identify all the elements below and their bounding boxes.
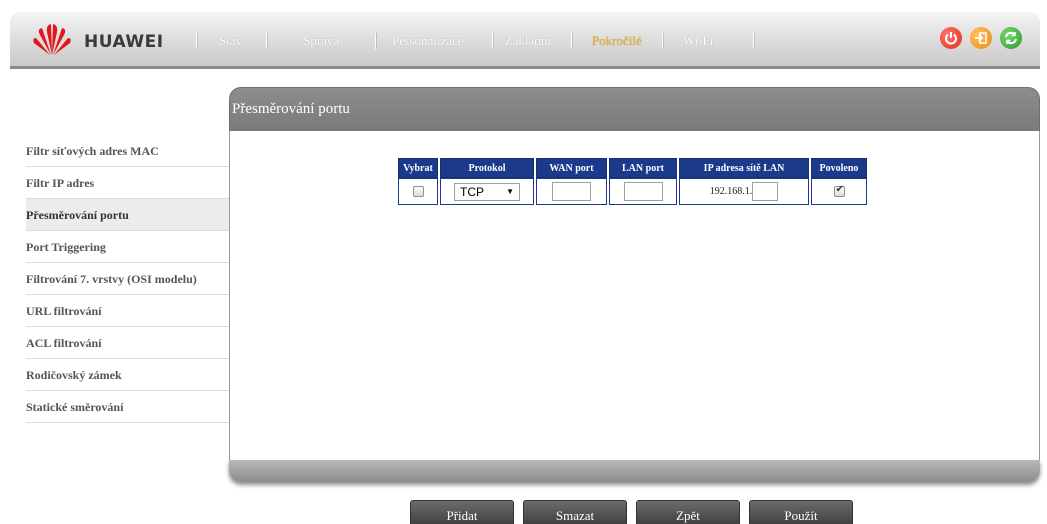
protocol-select[interactable]: TCP ▼ — [454, 182, 520, 201]
cell-protocol: TCP ▼ — [440, 178, 534, 205]
column-header-lan-port: LAN port — [609, 158, 677, 178]
action-buttons: Přidat Smazat Zpět Použít — [410, 500, 853, 524]
enabled-checkbox[interactable] — [833, 184, 845, 198]
sidebar-item-ip-filter[interactable]: Filtr IP adres — [26, 167, 229, 199]
power-icon[interactable] — [940, 27, 962, 49]
refresh-icon[interactable] — [1000, 27, 1022, 49]
chevron-down-icon: ▼ — [506, 187, 514, 196]
add-button[interactable]: Přidat — [410, 500, 514, 524]
nav-wifi[interactable]: Wi-Fi — [683, 33, 714, 49]
nav-stav[interactable]: Stav — [219, 33, 242, 49]
lan-port-input[interactable] — [623, 182, 663, 201]
apply-button[interactable]: Použít — [749, 500, 853, 524]
sidebar-item-url-filter[interactable]: URL filtrování — [26, 295, 229, 327]
sidebar-item-static-routing[interactable]: Statické směrování — [26, 391, 229, 423]
logout-icon[interactable] — [970, 27, 992, 49]
select-checkbox[interactable] — [412, 186, 424, 198]
nav-separator — [196, 33, 197, 49]
brand-name: HUAWEI — [84, 32, 164, 52]
protocol-value: TCP — [460, 184, 484, 199]
nav-sprava[interactable]: Správa — [303, 33, 339, 49]
nav-pokrocile[interactable]: Pokročilé — [592, 33, 642, 49]
cell-select — [398, 178, 438, 205]
page-title: Přesměrování portu — [232, 101, 350, 117]
sidebar-item-parental-control[interactable]: Rodičovský zámek — [26, 359, 229, 391]
column-header-protocol: Protokol — [440, 158, 534, 178]
nav-separator — [753, 33, 755, 49]
cell-lan-ip: 192.168.1. — [679, 178, 809, 205]
table-row: TCP ▼ 192.168.1. — [398, 178, 867, 205]
cell-enabled — [811, 178, 867, 205]
panel-footer — [229, 460, 1040, 482]
nav-personalizace[interactable]: Personalizace — [392, 33, 463, 49]
back-button[interactable]: Zpět — [636, 500, 740, 524]
delete-button[interactable]: Smazat — [523, 500, 627, 524]
huawei-logo-icon — [33, 24, 71, 55]
column-header-lan-ip: IP adresa sítě LAN — [679, 158, 809, 178]
nav-separator — [266, 33, 268, 49]
sidebar-item-acl-filter[interactable]: ACL filtrování — [26, 327, 229, 359]
sidebar-item-port-triggering[interactable]: Port Triggering — [26, 231, 229, 263]
column-header-wan-port: WAN port — [536, 158, 607, 178]
top-header: HUAWEI Stav Správa Personalizace Základn… — [10, 12, 1040, 69]
nav-separator — [375, 33, 377, 49]
top-nav: Stav Správa Personalizace Základní Pokro… — [196, 32, 755, 50]
ip-prefix-label: 192.168.1. — [709, 186, 753, 197]
nav-separator — [661, 33, 663, 49]
panel-header: Přesměrování portu — [229, 87, 1040, 131]
port-forwarding-table: Vybrat Protokol WAN port LAN port IP adr… — [396, 158, 869, 205]
sidebar: Filtr síťových adres MAC Filtr IP adres … — [26, 135, 229, 423]
header-icons — [940, 27, 1022, 49]
column-header-enabled: Povoleno — [811, 158, 867, 178]
cell-wan-port — [536, 178, 607, 205]
ip-last-octet-input[interactable] — [752, 182, 779, 201]
sidebar-item-mac-filter[interactable]: Filtr síťových adres MAC — [26, 135, 229, 167]
sidebar-item-layer7-filter[interactable]: Filtrování 7. vrstvy (OSI modelu) — [26, 263, 229, 295]
sidebar-item-port-forwarding[interactable]: Přesměrování portu — [26, 199, 229, 231]
table-header-row: Vybrat Protokol WAN port LAN port IP adr… — [398, 158, 867, 178]
cell-lan-port — [609, 178, 677, 205]
nav-zakladni[interactable]: Základní — [505, 33, 551, 49]
nav-separator — [491, 33, 493, 49]
column-header-select: Vybrat — [398, 158, 438, 178]
wan-port-input[interactable] — [552, 182, 591, 201]
nav-separator — [570, 33, 572, 49]
